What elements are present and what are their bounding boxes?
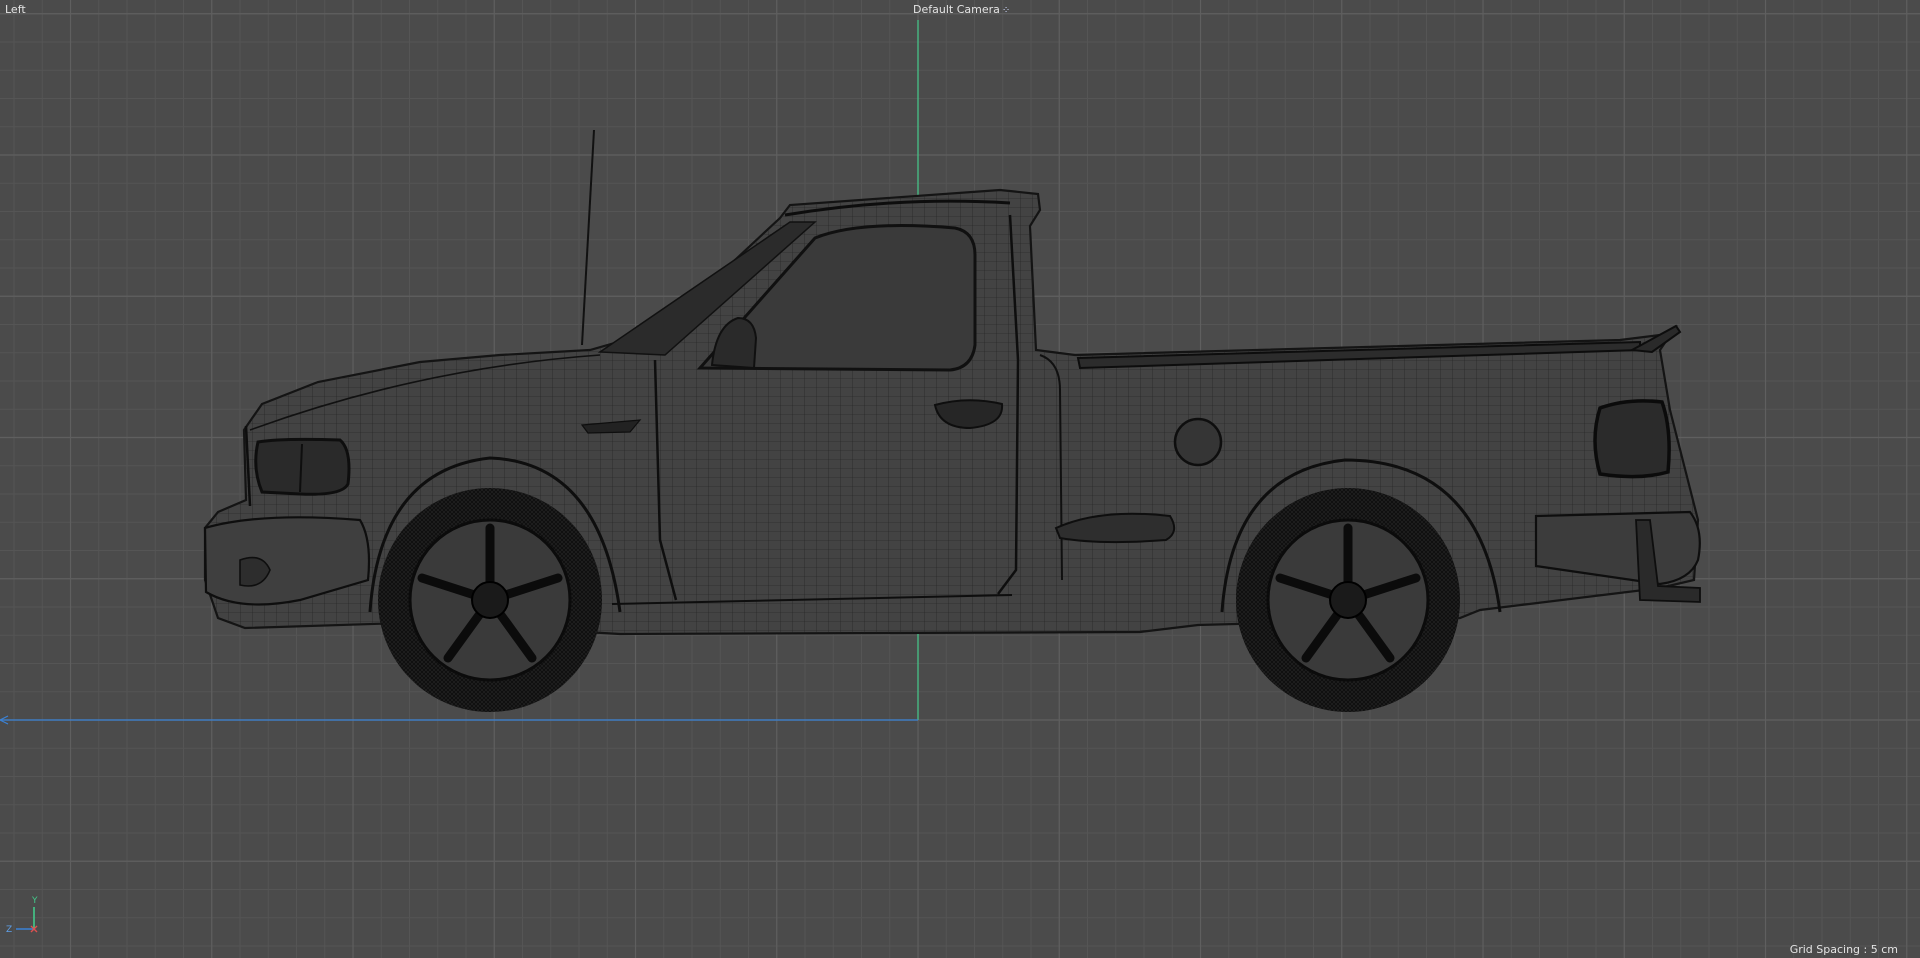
gizmo-z-label: Z — [6, 925, 12, 935]
fuel-cap — [1173, 417, 1223, 467]
axis-gizmo: Y Z — [6, 896, 38, 935]
camera-label: Default Camera — [913, 3, 1000, 16]
3d-viewport[interactable]: Left Default Camera ⁘ Grid Spacing : 5 cm… — [0, 0, 1920, 958]
grid-spacing-label: Grid Spacing : 5 cm — [1789, 943, 1898, 956]
view-name-label[interactable]: Left — [5, 3, 26, 16]
rear-wheel — [1236, 488, 1460, 712]
eye-dots-icon[interactable]: ⁘ — [1002, 4, 1010, 17]
front-wheel — [378, 488, 602, 712]
camera-menu[interactable]: Default Camera ⁘ — [913, 3, 1010, 17]
pickup-truck-model[interactable] — [203, 129, 1701, 712]
viewport-scene[interactable] — [0, 0, 1920, 958]
antenna — [581, 129, 595, 346]
gizmo-y-label: Y — [31, 896, 38, 906]
taillight — [1593, 399, 1671, 479]
